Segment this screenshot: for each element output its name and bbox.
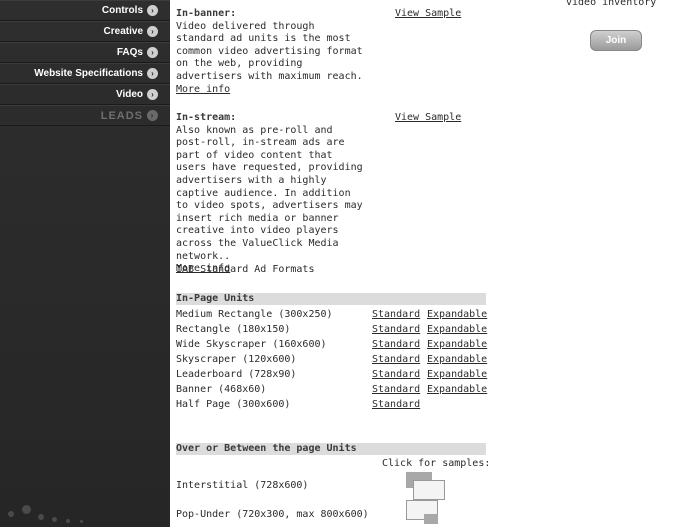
table-row: Half Page (300x600) Standard [176, 397, 496, 412]
section-heading: In-banner: [176, 8, 237, 19]
expandable-link[interactable]: Expandable [427, 322, 487, 337]
table-row: Banner (468x60) Standard Expandable [176, 382, 496, 397]
unit-name: Banner (468x60) [176, 384, 267, 395]
expandable-link[interactable]: Expandable [427, 337, 487, 352]
sidebar-item-label: FAQs [116, 47, 143, 58]
table-row: Skyscraper (120x600) Standard Expandable [176, 352, 496, 367]
inbanner-section: In-banner: Video delivered through stand… [176, 8, 366, 96]
standard-link[interactable]: Standard [372, 382, 420, 397]
expandable-link[interactable]: Expandable [427, 352, 487, 367]
inpage-units-header: In-Page Units [176, 293, 486, 305]
join-button[interactable]: Join [590, 30, 642, 51]
unit-name: Rectangle (180x150) [176, 324, 291, 335]
chevron-right-icon: › [147, 47, 158, 58]
sidebar-item-label: Controls [101, 5, 143, 16]
sidebar-item-label: Video [115, 89, 143, 100]
table-row: Rectangle (180x150) Standard Expandable [176, 322, 496, 337]
table-row: Wide Skyscraper (160x600) Standard Expan… [176, 337, 496, 352]
sidebar-item-label: LEADS [100, 109, 143, 122]
section-body: Video delivered through standard ad unit… [176, 20, 363, 82]
more-info-link[interactable]: More info [176, 84, 230, 95]
unit-name: Medium Rectangle (300x250) [176, 309, 333, 320]
interstitial-sample-thumbnail[interactable] [406, 472, 446, 500]
chevron-right-icon: › [147, 89, 158, 100]
click-for-samples-label: Click for samples: [382, 458, 491, 469]
standard-link[interactable]: Standard [372, 322, 420, 337]
unit-name: Wide Skyscraper (160x600) [176, 339, 327, 350]
unit-name: Half Page (300x600) [176, 399, 291, 410]
sidebar-item-label: Website Specifications [34, 68, 143, 79]
expandable-link[interactable]: Expandable [427, 367, 487, 382]
table-row: Leaderboard (728x90) Standard Expandable [176, 367, 496, 382]
sidebar-item-creative[interactable]: Creative › [0, 21, 170, 42]
table-row: Medium Rectangle (300x250) Standard Expa… [176, 307, 496, 322]
standard-link[interactable]: Standard [372, 307, 420, 322]
view-sample-link[interactable]: View Sample [395, 8, 461, 19]
video-inventory-text: video inventory [566, 0, 657, 8]
unit-name: Skyscraper (120x600) [176, 354, 297, 365]
view-sample-link[interactable]: View Sample [395, 112, 461, 123]
unit-name: Interstitial (728x600) [176, 480, 309, 491]
chevron-right-icon: › [147, 26, 158, 37]
sidebar-item-leads[interactable]: LEADS › [0, 105, 170, 126]
expandable-link[interactable]: Expandable [427, 382, 487, 397]
instream-section: In-stream: Also known as pre-roll and po… [176, 112, 366, 276]
standard-link[interactable]: Standard [372, 367, 420, 382]
expandable-link[interactable]: Expandable [427, 307, 487, 322]
sidebar-item-website-specifications[interactable]: Website Specifications › [0, 63, 170, 84]
sidebar-item-video[interactable]: Video › [0, 84, 170, 105]
section-body: Also known as pre-roll and post-roll, in… [176, 124, 363, 262]
between-units-header: Over or Between the page Units [176, 443, 486, 455]
standard-link[interactable]: Standard [372, 397, 420, 412]
sidebar-item-controls[interactable]: Controls › [0, 0, 170, 21]
chevron-right-icon: › [147, 110, 158, 121]
standard-link[interactable]: Standard [372, 352, 420, 367]
chevron-right-icon: › [147, 5, 158, 16]
standard-link[interactable]: Standard [372, 337, 420, 352]
unit-name: Pop-Under (720x300, max 800x600) [176, 509, 369, 520]
section-heading: In-stream: [176, 112, 237, 123]
sidebar-nav: Controls › Creative › FAQs › Website Spe… [0, 0, 170, 527]
chevron-right-icon: › [147, 68, 158, 79]
sidebar-item-label: Creative [103, 26, 143, 37]
unit-name: Leaderboard (728x90) [176, 369, 297, 380]
sidebar-item-faqs[interactable]: FAQs › [0, 42, 170, 63]
iab-label: IAB Standard Ad Formats [176, 264, 315, 275]
popunder-sample-thumbnail[interactable] [406, 500, 446, 527]
